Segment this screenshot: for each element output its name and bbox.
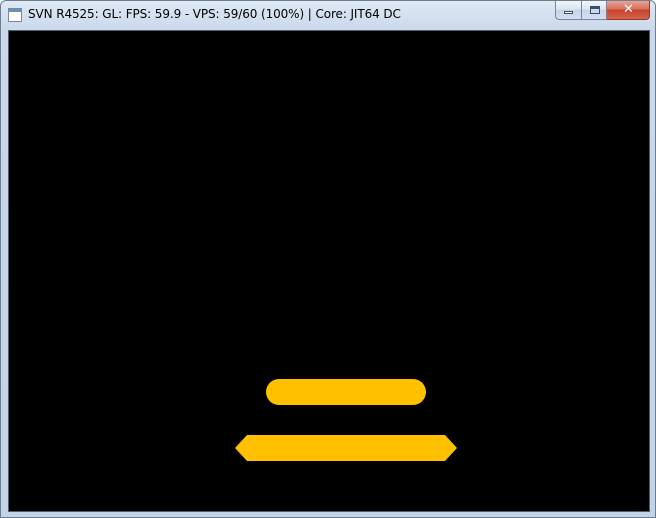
application-icon[interactable] bbox=[8, 8, 22, 22]
minimize-button[interactable] bbox=[555, 1, 581, 20]
game-canvas bbox=[235, 379, 457, 461]
minimize-icon bbox=[564, 11, 573, 14]
rounded-bar-shape bbox=[266, 379, 426, 405]
close-icon: ✕ bbox=[623, 2, 634, 17]
caption-buttons: ✕ bbox=[555, 1, 650, 20]
hexagon-bar-shape bbox=[235, 435, 457, 461]
title-bar[interactable]: SVN R4525: GL: FPS: 59.9 - VPS: 59/60 (1… bbox=[1, 1, 655, 29]
close-button[interactable]: ✕ bbox=[607, 1, 650, 20]
maximize-icon bbox=[590, 6, 600, 14]
game-render-area[interactable] bbox=[8, 30, 650, 512]
emulator-window: SVN R4525: GL: FPS: 59.9 - VPS: 59/60 (1… bbox=[0, 0, 656, 518]
window-title: SVN R4525: GL: FPS: 59.9 - VPS: 59/60 (1… bbox=[28, 7, 401, 21]
maximize-button[interactable] bbox=[581, 1, 607, 20]
